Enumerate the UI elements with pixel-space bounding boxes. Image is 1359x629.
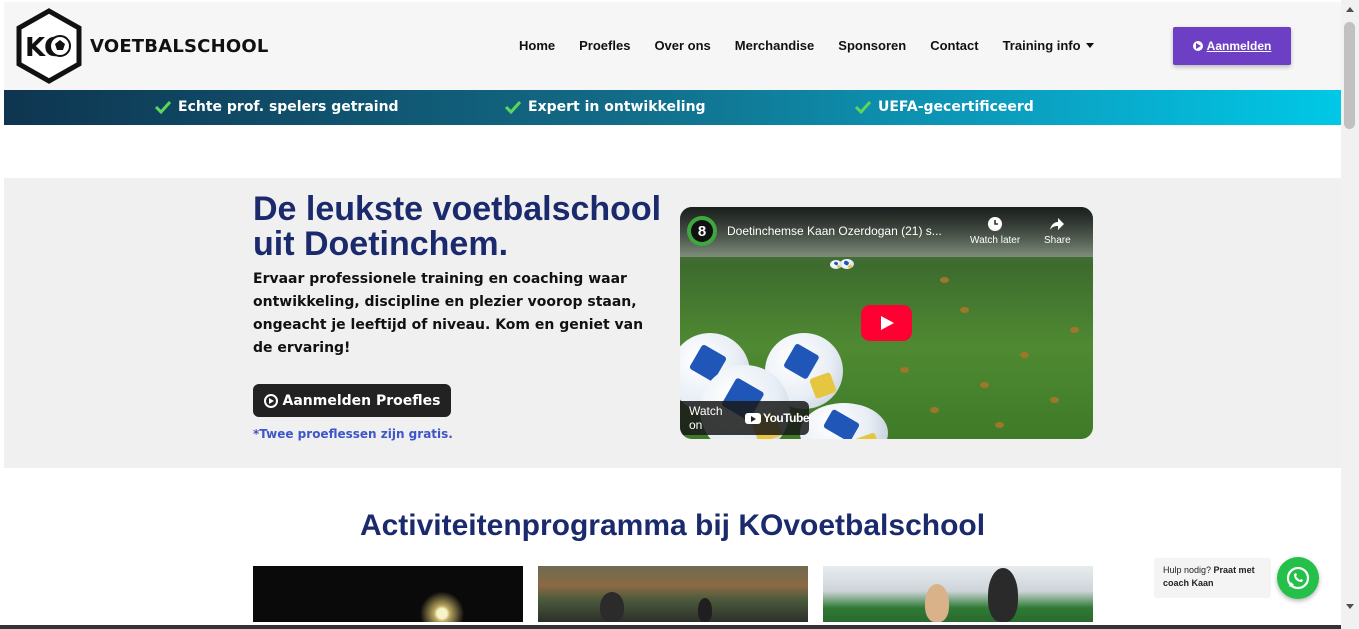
taskbar-edge: [0, 625, 1341, 629]
share-control[interactable]: Share: [1044, 216, 1071, 246]
usp-item: UEFA-gecertificeerd: [854, 99, 1034, 115]
checkmark-icon: [504, 100, 522, 114]
channel-number: 8: [691, 220, 713, 242]
usp-label: Echte prof. spelers getraind: [178, 99, 399, 115]
video-title[interactable]: Doetinchemse Kaan Ozerdogan (21) s...: [727, 224, 967, 238]
activity-card-image[interactable]: [823, 566, 1093, 622]
trial-signup-label: Aanmelden Proefles: [282, 392, 441, 409]
leaf: [960, 307, 969, 313]
usp-item: Echte prof. spelers getraind: [154, 99, 399, 115]
player-figure: [600, 592, 624, 622]
nav-training-info-label: Training info: [1002, 38, 1081, 53]
scrollbar-thumb[interactable]: [1344, 22, 1355, 129]
caret-down-icon: [1085, 43, 1094, 48]
watch-later-control[interactable]: Watch later: [970, 216, 1020, 246]
nav-sponsoren[interactable]: Sponsoren: [838, 38, 906, 53]
hero-section: De leukste voetbalschool uit Doetinchem.…: [4, 178, 1341, 468]
arrow-circle-icon: [263, 393, 278, 408]
nav-training-info[interactable]: Training info: [1003, 38, 1094, 53]
scroll-down-arrow-icon[interactable]: [1346, 604, 1354, 609]
activity-card-image[interactable]: [538, 566, 808, 622]
leaf: [1070, 327, 1079, 333]
nav-merchandise[interactable]: Merchandise: [735, 38, 814, 53]
activities-title: Activiteitenprogramma bij KOvoetbalschoo…: [359, 509, 986, 542]
free-trial-note: *Twee proeflessen zijn gratis.: [253, 427, 453, 441]
watch-on-label: Watch on: [689, 404, 723, 432]
watch-on-youtube-button[interactable]: Watch on YouTube: [680, 401, 810, 435]
site-name: VOETBALSCHOOL: [90, 35, 269, 57]
site-logo[interactable]: KO VOETBALSCHOOL: [16, 8, 269, 84]
scroll-up-arrow-icon[interactable]: [1346, 7, 1354, 12]
usp-item: Expert in ontwikkeling: [504, 99, 706, 115]
player-figure: [925, 584, 949, 622]
checkmark-icon: [154, 100, 172, 114]
player-figure: [698, 598, 712, 622]
leaf: [1050, 397, 1059, 403]
football: [830, 260, 842, 269]
video-play-button[interactable]: [861, 305, 912, 341]
leaf: [980, 382, 989, 388]
leaf: [995, 422, 1004, 428]
share-label: Share: [1044, 235, 1071, 246]
nav-contact[interactable]: Contact: [930, 38, 978, 53]
clock-icon: [988, 217, 1003, 231]
youtube-play-icon: [744, 412, 761, 424]
usp-bar: Echte prof. spelers getraind Expert in o…: [4, 90, 1341, 125]
trial-signup-button[interactable]: Aanmelden Proefles: [253, 384, 451, 417]
whatsapp-chat-bubble[interactable]: Hulp nodig? Praat met coach Kaan: [1154, 558, 1271, 598]
share-icon: [1050, 218, 1065, 230]
leaf: [930, 407, 939, 413]
nav-home[interactable]: Home: [519, 38, 555, 53]
hero-title: De leukste voetbalschool uit Doetinchem.: [253, 190, 662, 263]
main-nav: Home Proefles Over ons Merchandise Spons…: [519, 38, 1118, 53]
hero-text: Ervaar professionele training en coachin…: [253, 271, 644, 356]
football: [800, 403, 888, 439]
leaf: [900, 367, 909, 373]
leaf: [1020, 352, 1029, 358]
header-signup-label: Aanmelden: [1206, 39, 1272, 53]
youtube-wordmark: YouTube: [762, 411, 810, 425]
football: [840, 259, 854, 269]
activity-card-image[interactable]: [253, 566, 523, 622]
usp-label: UEFA-gecertificeerd: [878, 99, 1034, 115]
whatsapp-icon: [1286, 566, 1310, 590]
header-signup-button[interactable]: Aanmelden: [1173, 27, 1291, 65]
player-figure: [988, 568, 1018, 622]
channel-avatar[interactable]: 8: [687, 216, 717, 246]
nav-proefles[interactable]: Proefles: [579, 38, 630, 53]
usp-label: Expert in ontwikkeling: [528, 99, 706, 115]
watch-later-label: Watch later: [970, 235, 1021, 246]
whatsapp-button[interactable]: [1277, 557, 1319, 599]
youtube-logo: YouTube: [744, 411, 810, 425]
arrow-circle-icon: [1192, 41, 1203, 51]
logo-hexagon-icon: KO: [16, 8, 82, 84]
leaf: [940, 277, 949, 283]
whatsapp-text-plain: Hulp nodig?: [1163, 565, 1214, 575]
nav-over-ons[interactable]: Over ons: [654, 38, 710, 53]
checkmark-icon: [854, 100, 872, 114]
page-scrollbar[interactable]: [1341, 0, 1359, 629]
youtube-video-embed[interactable]: 8 Doetinchemse Kaan Ozerdogan (21) s... …: [680, 207, 1093, 439]
site-header: KO VOETBALSCHOOL Home Proefles Over ons …: [4, 2, 1341, 90]
